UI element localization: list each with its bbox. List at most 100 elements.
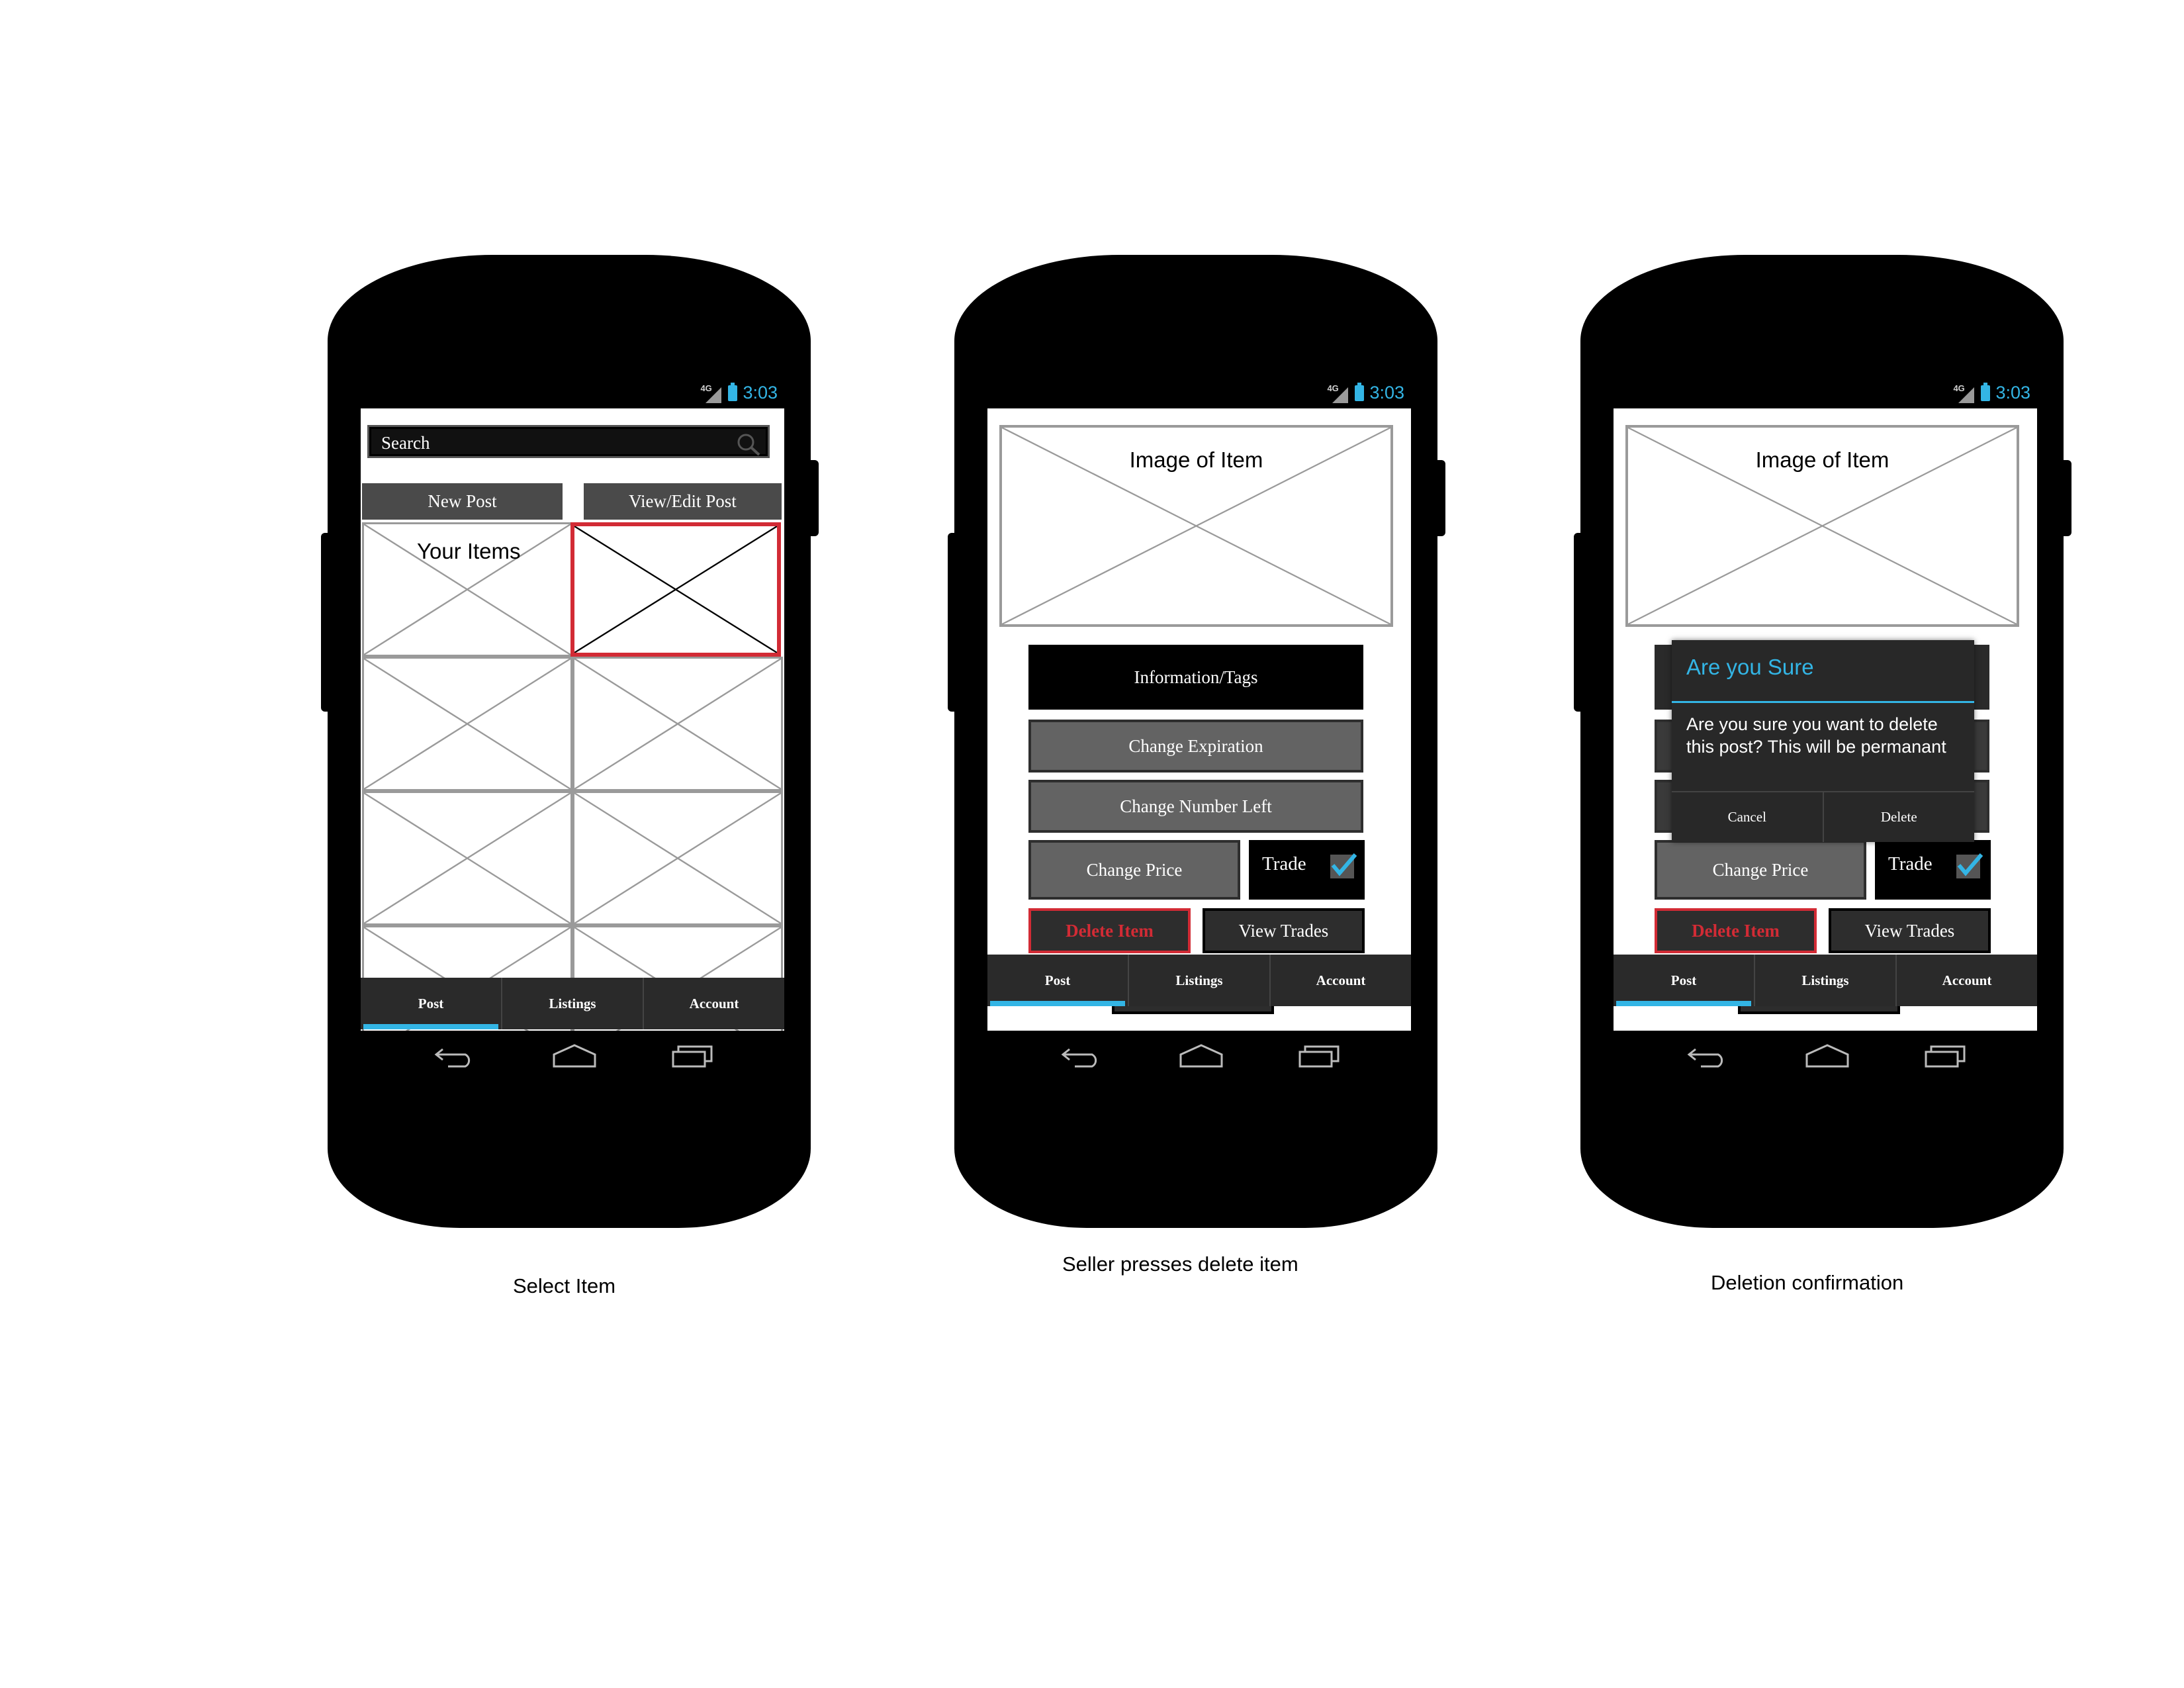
phone-deletion-confirmation: 4G 3:03 Image of Item Change Price Trade <box>1574 255 2071 1228</box>
tab-post[interactable]: Post <box>1614 955 1755 1006</box>
delete-item-button[interactable]: Delete Item <box>1655 908 1817 953</box>
dialog-message: Are you sure you want to delete this pos… <box>1686 714 1946 757</box>
tab-bar: Post Listings Account <box>361 978 784 1029</box>
item-tile[interactable]: Your Items <box>362 522 572 657</box>
your-items-label: Your Items <box>417 539 521 563</box>
battery-icon <box>1355 382 1365 401</box>
placeholder-image-icon <box>364 659 570 789</box>
tab-listings[interactable]: Listings <box>502 978 644 1029</box>
search-placeholder: Search <box>381 433 430 453</box>
item-tile[interactable] <box>362 791 572 925</box>
trade-toggle[interactable]: Trade <box>1249 840 1365 900</box>
placeholder-image-icon <box>574 526 777 653</box>
status-bar: 4G 3:03 <box>1614 379 2037 408</box>
clock: 3:03 <box>1995 383 2030 402</box>
trade-checkbox[interactable] <box>1956 853 1983 878</box>
dialog-title: Are you Sure <box>1686 655 1814 679</box>
clock: 3:03 <box>743 383 778 402</box>
volume-button <box>1574 533 1584 712</box>
status-bar: 4G 3:03 <box>361 379 784 408</box>
caption-deletion-confirmation: Deletion confirmation <box>1711 1271 1904 1294</box>
placeholder-image-icon <box>574 793 781 923</box>
home-icon[interactable] <box>1179 1044 1223 1068</box>
screen: 4G 3:03 Image of Item Change Price Trade <box>1614 379 2037 1100</box>
volume-button <box>948 533 958 712</box>
home-icon[interactable] <box>1805 1044 1849 1068</box>
view-trades-button[interactable]: View Trades <box>1829 908 1991 953</box>
delete-item-button[interactable]: Delete Item <box>1028 908 1191 953</box>
power-button <box>1433 460 1445 536</box>
dialog-delete-button[interactable]: Delete <box>1824 792 1975 842</box>
status-bar: 4G 3:03 <box>987 379 1411 408</box>
item-tile[interactable] <box>362 657 572 791</box>
item-tile[interactable] <box>572 657 783 791</box>
recent-apps-icon[interactable] <box>1925 1044 1967 1068</box>
information-tags-button[interactable]: Information/Tags <box>1028 645 1363 710</box>
trade-label: Trade <box>1262 853 1306 874</box>
dialog-actions: Cancel Delete <box>1672 791 1974 842</box>
signal-icon: 4G <box>1327 383 1349 403</box>
image-label: Image of Item <box>1129 447 1263 472</box>
screen: 4G 3:03 Search New Post View/Edit Post Y… <box>361 379 784 1100</box>
back-icon[interactable] <box>433 1044 476 1068</box>
home-icon[interactable] <box>553 1044 596 1068</box>
placeholder-image-icon <box>574 659 781 789</box>
back-icon[interactable] <box>1686 1044 1729 1068</box>
trade-toggle[interactable]: Trade <box>1875 840 1991 900</box>
system-nav-bar <box>361 1031 784 1100</box>
phone-select-item: 4G 3:03 Search New Post View/Edit Post Y… <box>321 255 819 1228</box>
change-price-button[interactable]: Change Price <box>1028 840 1240 900</box>
new-post-button[interactable]: New Post <box>362 483 563 520</box>
system-nav-bar <box>1614 1031 2037 1100</box>
image-label: Image of Item <box>1755 447 1889 472</box>
signal-icon: 4G <box>1953 383 1976 403</box>
clock: 3:03 <box>1369 383 1404 402</box>
trade-checkbox[interactable] <box>1330 853 1357 878</box>
tab-post[interactable]: Post <box>361 978 502 1029</box>
tab-listings[interactable]: Listings <box>1755 955 1897 1006</box>
caption-select-item: Select Item <box>513 1274 616 1297</box>
item-tile[interactable] <box>572 791 783 925</box>
back-icon[interactable] <box>1060 1044 1103 1068</box>
item-tile-selected[interactable] <box>570 522 781 657</box>
battery-icon <box>1981 382 1991 401</box>
phone-delete-item: 4G 3:03 Image of Item Information/Tags C… <box>948 255 1445 1228</box>
caption-delete-item: Seller presses delete item <box>1062 1252 1298 1276</box>
content: Search New Post View/Edit Post Your Item… <box>361 408 784 1031</box>
tab-bar: Post Listings Account <box>1614 955 2037 1006</box>
tab-bar: Post Listings Account <box>987 955 1411 1006</box>
items-grid: Your Items <box>361 522 784 1031</box>
screen: 4G 3:03 Image of Item Information/Tags C… <box>987 379 1411 1100</box>
view-edit-post-button[interactable]: View/Edit Post <box>584 483 782 520</box>
dialog-cancel-button[interactable]: Cancel <box>1672 792 1824 842</box>
item-image-placeholder: Image of Item <box>999 425 1393 627</box>
system-nav-bar <box>987 1031 1411 1100</box>
placeholder-image-icon <box>364 793 570 923</box>
tab-account[interactable]: Account <box>1897 955 2037 1006</box>
recent-apps-icon[interactable] <box>1298 1044 1341 1068</box>
volume-button <box>321 533 332 712</box>
confirm-delete-dialog: Are you Sure Are you sure you want to de… <box>1672 640 1974 842</box>
tab-account[interactable]: Account <box>644 978 784 1029</box>
power-button <box>2060 460 2071 536</box>
search-input[interactable]: Search <box>367 425 770 458</box>
signal-icon: 4G <box>700 383 723 403</box>
dialog-divider <box>1672 701 1974 703</box>
checkmark-icon <box>1957 853 1983 876</box>
change-number-left-button[interactable]: Change Number Left <box>1028 780 1363 833</box>
item-image-placeholder: Image of Item <box>1625 425 2019 627</box>
change-expiration-button[interactable]: Change Expiration <box>1028 720 1363 773</box>
recent-apps-icon[interactable] <box>672 1044 714 1068</box>
view-trades-button[interactable]: View Trades <box>1203 908 1365 953</box>
tab-post[interactable]: Post <box>987 955 1129 1006</box>
tab-account[interactable]: Account <box>1271 955 1411 1006</box>
tab-listings[interactable]: Listings <box>1129 955 1271 1006</box>
content: Image of Item Change Price Trade Delete … <box>1614 408 2037 1031</box>
change-price-button[interactable]: Change Price <box>1655 840 1866 900</box>
search-icon[interactable] <box>736 432 761 456</box>
content: Image of Item Information/Tags Change Ex… <box>987 408 1411 1031</box>
power-button <box>807 460 819 536</box>
trade-label: Trade <box>1888 853 1933 874</box>
checkmark-icon <box>1331 853 1357 876</box>
battery-icon <box>728 382 738 401</box>
